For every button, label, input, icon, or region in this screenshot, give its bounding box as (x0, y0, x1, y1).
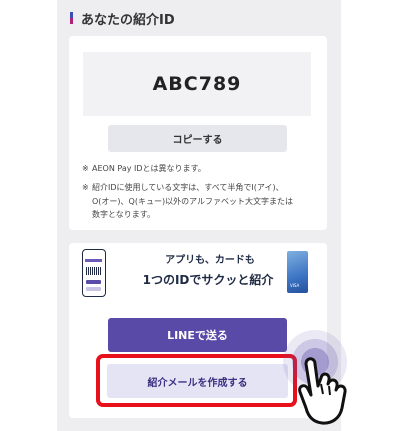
promo-line-1: アプリも、カードも (165, 255, 255, 266)
phone-app-icon (82, 249, 106, 297)
credit-card-icon: VISA (287, 251, 308, 293)
note-characters: ※ 紹介IDに使用している文字は、すべて半角でI(アイ)、 O(オー)、Q(キュ… (82, 181, 318, 222)
note-aeon-pay: ※ AEON Pay IDとは異なります。 (82, 162, 318, 176)
referral-id-display: ABC789 (83, 52, 311, 116)
note-text: 紹介IDに使用している文字は、すべて半角でI(アイ)、 (92, 183, 284, 192)
section-header: あなたの紹介ID (70, 8, 175, 28)
note-text: 数字となります。 (92, 210, 155, 219)
section-title: あなたの紹介ID (81, 12, 175, 28)
line-share-button[interactable]: LINEで送る (108, 318, 287, 352)
promo-line-2: 1つのIDでサクッと紹介 (142, 273, 274, 287)
note-text: O(オー)、Q(キュー)以外のアルファベット大文字または (92, 196, 293, 206)
note-mark: ※ (82, 164, 89, 173)
section-accent-bar (70, 12, 73, 24)
copy-button[interactable]: コピーする (108, 125, 287, 152)
note-mark: ※ (82, 183, 89, 192)
pointing-hand-icon (298, 357, 347, 425)
note-text: AEON Pay IDとは異なります。 (92, 164, 206, 173)
promo-banner: アプリも、カードも 1つのIDでサクッと紹介 VISA (80, 247, 318, 297)
highlight-frame (96, 354, 297, 407)
card-brand: VISA (290, 283, 300, 288)
